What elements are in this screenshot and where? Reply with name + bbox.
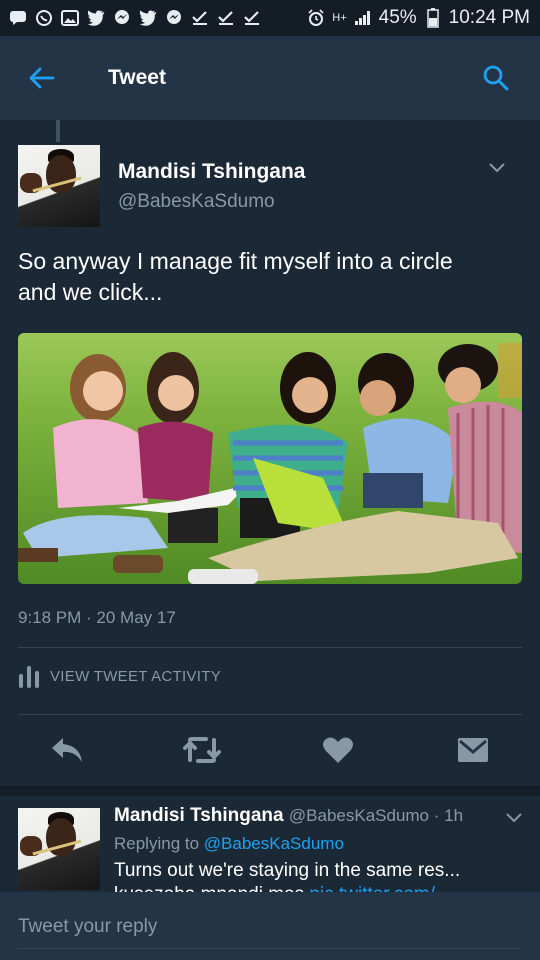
bar-chart-icon xyxy=(19,666,39,688)
replying-prefix: Replying to xyxy=(114,834,204,853)
reply-text: Turns out we're staying in the same res.… xyxy=(114,860,461,881)
check-icon xyxy=(190,8,210,28)
reply-composer xyxy=(0,892,540,960)
chevron-down-icon xyxy=(489,163,505,173)
clock: 10:24 PM xyxy=(448,7,530,28)
twitter-icon xyxy=(86,8,106,28)
reply-icon xyxy=(52,738,82,762)
dm-icon xyxy=(458,738,488,762)
back-button[interactable] xyxy=(20,56,64,100)
replying-to: Replying to @BabesKaSdumo xyxy=(114,834,344,854)
replying-to-link[interactable]: @BabesKaSdumo xyxy=(204,834,344,853)
reply-media-link[interactable]: pic.twitter.com/ xyxy=(309,884,435,892)
alarm-icon xyxy=(306,8,326,28)
notification-icons xyxy=(8,8,262,28)
reply-input[interactable] xyxy=(18,912,518,942)
search-button[interactable] xyxy=(476,58,516,98)
reply-avatar[interactable] xyxy=(18,808,100,890)
reply-text-cont: kusezoba mnandi mos xyxy=(114,884,309,892)
retweet-button[interactable] xyxy=(180,728,224,772)
thread-line xyxy=(56,120,60,142)
reply-header: Mandisi Tshingana @BabesKaSdumo · 1h xyxy=(114,805,463,827)
messenger-icon xyxy=(112,8,132,28)
tweet-text-line: So anyway I manage fit myself into a cir… xyxy=(18,248,453,274)
signal-icon xyxy=(353,8,373,28)
avatar[interactable] xyxy=(18,145,100,227)
like-button[interactable] xyxy=(316,728,360,772)
view-activity-button[interactable]: VIEW TWEET ACTIVITY xyxy=(18,664,221,688)
tweet-text: So anyway I manage fit myself into a cir… xyxy=(18,246,523,308)
messenger-icon xyxy=(164,8,184,28)
reply-options-button[interactable] xyxy=(502,806,526,830)
tweet-actions xyxy=(0,720,540,784)
input-underline xyxy=(18,948,522,949)
app-bar: Tweet xyxy=(0,36,540,120)
direct-message-button[interactable] xyxy=(451,728,495,772)
view-activity-label: VIEW TWEET ACTIVITY xyxy=(50,667,222,685)
twitter-icon xyxy=(138,8,158,28)
system-indicators: H+ 45% 10:24 PM xyxy=(306,7,530,29)
like-icon xyxy=(323,737,353,763)
battery-percent: 45% xyxy=(378,7,417,28)
battery-icon xyxy=(423,8,443,28)
network-type: H+ xyxy=(332,12,347,24)
message-icon xyxy=(8,8,28,28)
search-icon xyxy=(483,65,509,91)
reply-button[interactable] xyxy=(45,728,89,772)
retweet-icon xyxy=(183,737,221,763)
page-title: Tweet xyxy=(108,66,166,89)
tweet-text-line: and we click... xyxy=(18,279,163,305)
reply-text-line2: kusezoba mnandi mos pic.twitter.com/ xyxy=(114,884,435,892)
author-handle[interactable]: @BabesKaSdumo xyxy=(118,191,275,213)
check-icon xyxy=(216,8,236,28)
tweet-timestamp: 9:18 PM · 20 May 17 xyxy=(18,608,176,627)
divider xyxy=(18,647,522,648)
whatsapp-icon xyxy=(34,8,54,28)
reply-author-handle[interactable]: @BabesKaSdumo · 1h xyxy=(289,806,463,825)
tweet-photo[interactable] xyxy=(18,333,522,584)
status-bar: H+ 45% 10:24 PM xyxy=(0,0,540,36)
reply-tweet[interactable]: Mandisi Tshingana @BabesKaSdumo · 1h Rep… xyxy=(0,796,540,892)
tweet-options-button[interactable] xyxy=(485,156,509,180)
reply-author-name[interactable]: Mandisi Tshingana xyxy=(114,805,284,826)
section-separator xyxy=(0,786,540,796)
arrow-left-icon xyxy=(29,67,55,89)
check-icon xyxy=(242,8,262,28)
chevron-down-icon xyxy=(506,813,522,823)
author-name[interactable]: Mandisi Tshingana xyxy=(118,160,305,184)
divider xyxy=(18,714,522,715)
gallery-icon xyxy=(60,8,80,28)
